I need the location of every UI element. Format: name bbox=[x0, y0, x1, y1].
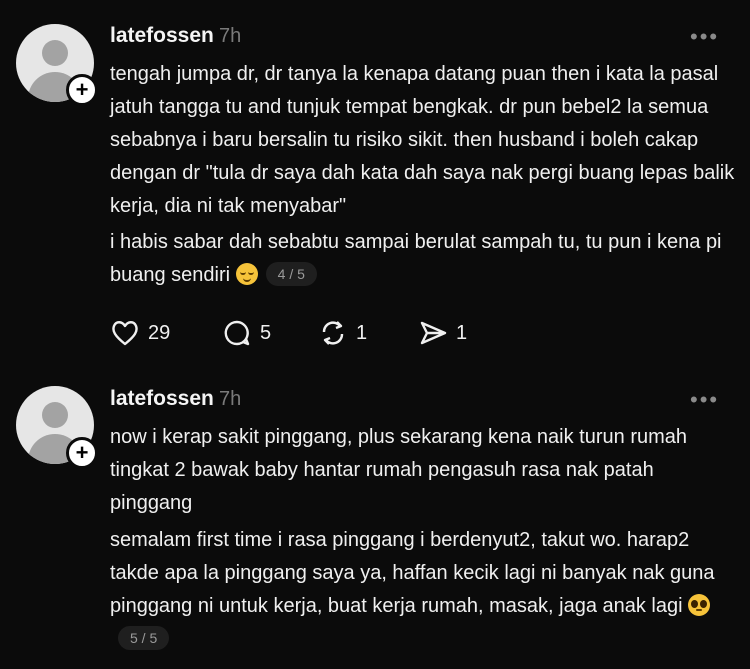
avatar-head-shape bbox=[42, 402, 68, 428]
heart-icon bbox=[112, 321, 138, 346]
relieved-face-icon bbox=[235, 263, 258, 285]
like-count: 29 bbox=[148, 321, 171, 344]
repost-count: 1 bbox=[356, 321, 368, 344]
timestamp: 7h bbox=[219, 388, 242, 410]
username[interactable]: latefossen bbox=[110, 24, 214, 48]
post-text: tengah jumpa dr, dr tanya la kenapa data… bbox=[110, 63, 735, 217]
like-button[interactable]: 29 bbox=[110, 318, 170, 348]
post-text-tail: semalam first time i rasa pinggang i ber… bbox=[110, 529, 715, 617]
more-options-icon[interactable]: ••• bbox=[690, 24, 719, 50]
avatar-head-shape bbox=[42, 40, 68, 66]
more-options-icon[interactable]: ••• bbox=[690, 387, 719, 413]
post-text-tail: i habis sabar dah sebabtu sampai berulat… bbox=[110, 231, 722, 286]
post-text: now i kerap sakit pinggang, plus sekaran… bbox=[110, 426, 688, 514]
pleading-face-icon bbox=[688, 594, 711, 616]
thread-pager: 5 / 5 bbox=[118, 626, 170, 650]
comment-button[interactable]: 5 bbox=[222, 318, 271, 348]
timestamp: 7h bbox=[219, 25, 242, 47]
follow-plus-icon[interactable]: + bbox=[66, 437, 98, 469]
share-count: 1 bbox=[456, 321, 468, 344]
share-button[interactable]: 1 bbox=[418, 318, 467, 348]
post-text-continued: i habis sabar dah sebabtu sampai berulat… bbox=[110, 226, 740, 292]
post-text-continued: semalam first time i rasa pinggang i ber… bbox=[110, 524, 740, 656]
comment-bubble-icon bbox=[224, 320, 250, 346]
repost-icon bbox=[322, 321, 344, 345]
send-icon bbox=[420, 321, 447, 345]
repost-button[interactable]: 1 bbox=[318, 318, 367, 348]
thread-pager: 4 / 5 bbox=[265, 262, 317, 286]
comment-count: 5 bbox=[260, 321, 272, 344]
username[interactable]: latefossen bbox=[110, 387, 214, 411]
follow-plus-icon[interactable]: + bbox=[66, 74, 98, 106]
